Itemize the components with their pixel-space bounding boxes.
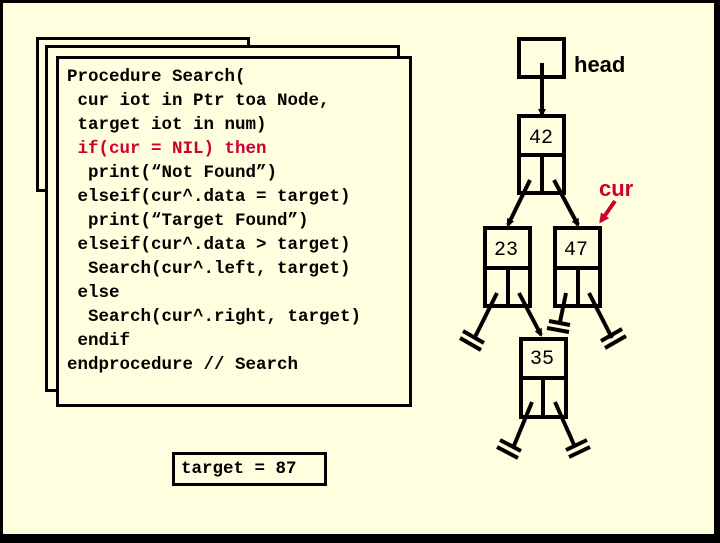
tree-node-47: 47 xyxy=(553,226,602,308)
node-value: 35 xyxy=(530,348,554,371)
cur-arrow xyxy=(599,199,617,224)
binary-tree-diagram: head 42 23 47 cur 35 xyxy=(459,37,634,460)
node-value: 47 xyxy=(564,239,588,262)
slide: Procedure Search( cur iot in Ptr toa Nod… xyxy=(0,0,720,540)
null-pointer-icon xyxy=(496,401,534,460)
tree-node-35: 35 xyxy=(519,337,568,419)
null-pointer-icon xyxy=(459,292,499,352)
node-value: 23 xyxy=(494,239,518,262)
null-pointer-icon xyxy=(587,292,627,350)
head-label: head xyxy=(574,52,625,77)
tree-node-23: 23 xyxy=(483,226,532,308)
null-pointer-icon xyxy=(553,401,591,459)
node-value: 42 xyxy=(529,127,553,150)
null-pointer-icon xyxy=(546,292,571,334)
tree-node-42: 42 xyxy=(517,114,566,195)
cur-label: cur xyxy=(599,176,634,201)
